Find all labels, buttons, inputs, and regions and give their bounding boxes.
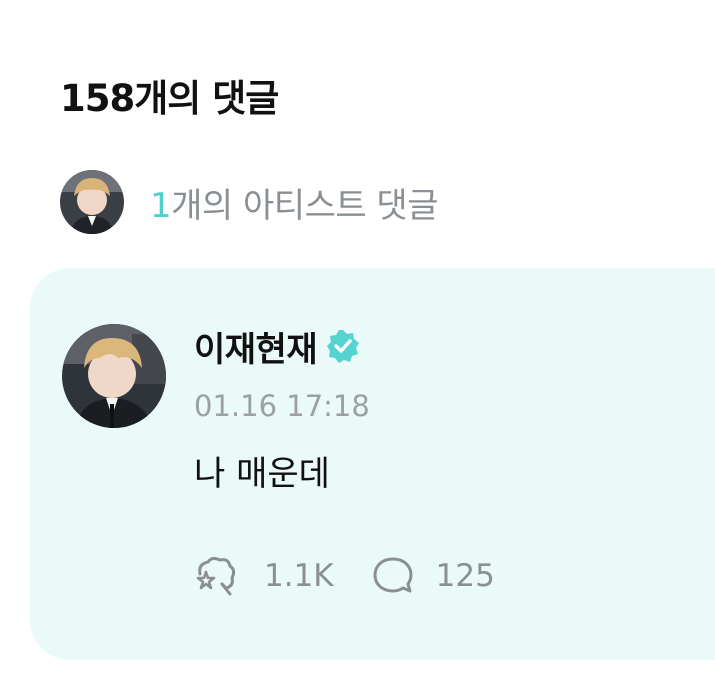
reply-count: 125 <box>435 558 495 594</box>
artist-comments-label: 개의 아티스트 댓글 <box>171 185 438 226</box>
like-count: 1.1K <box>264 558 334 594</box>
reply-bubble-icon <box>370 554 416 598</box>
comment-timestamp: 01.16 17:18 <box>194 389 370 423</box>
artist-comments-count: 1개의 아티스트 댓글 <box>150 178 438 227</box>
comment-actions: 1.1K 125 <box>192 554 531 598</box>
artist-comment-card: 이재현재 01.16 17:18 나 매운데 1.1K 125 <box>30 268 715 660</box>
like-button[interactable]: 1.1K <box>192 554 334 598</box>
artist-comments-number: 1 <box>150 185 172 226</box>
artist-comments-summary[interactable]: 1개의 아티스트 댓글 <box>60 170 438 234</box>
reply-button[interactable]: 125 <box>370 554 495 598</box>
comments-count-title: 158개의 댓글 <box>60 77 279 120</box>
comment-author-row: 이재현재 <box>194 322 361 370</box>
avatar[interactable] <box>62 324 166 428</box>
verified-badge-icon <box>325 328 361 364</box>
comment-author-name[interactable]: 이재현재 <box>194 322 318 371</box>
comments-panel: 158개의 댓글 1개의 아티스트 댓글 이재현재 01.16 17:18 나 … <box>0 0 715 678</box>
comment-body: 나 매운데 <box>194 454 330 494</box>
artist-mini-avatar <box>60 170 124 234</box>
cheer-like-icon <box>192 554 238 598</box>
